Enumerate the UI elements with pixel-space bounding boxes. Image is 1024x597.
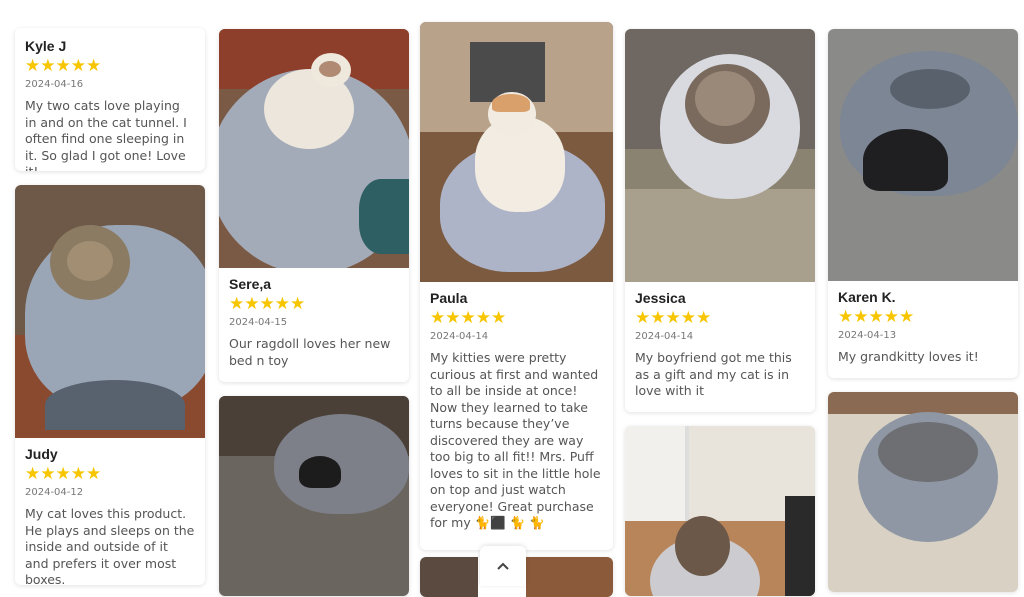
star-rating: ★★★★★	[229, 294, 306, 314]
review-photo-card[interactable]	[219, 396, 409, 596]
star-rating: ★★★★★	[25, 56, 102, 76]
scroll-to-top-button[interactable]	[480, 546, 526, 586]
star-rating: ★★★★★	[635, 308, 712, 328]
review-text: My kitties were pretty curious at first …	[430, 350, 601, 530]
reviewer-name: Kyle J	[25, 38, 67, 54]
reviewer-name: Paula	[430, 290, 468, 306]
review-card[interactable]: Paula ★★★★★ 2024-04-14 My kitties were p…	[420, 22, 613, 550]
review-photo[interactable]	[219, 29, 409, 268]
review-card[interactable]: Kyle J ★★★★★ 2024-04-16 My two cats love…	[15, 28, 205, 171]
review-date: 2024-04-14	[635, 331, 694, 342]
review-card[interactable]: Karen K. ★★★★★ 2024-04-13 My grandkitty …	[828, 29, 1018, 378]
reviewer-name: Karen K.	[838, 289, 896, 305]
star-rating: ★★★★★	[25, 464, 102, 484]
review-photo-card[interactable]	[625, 426, 815, 596]
chevron-up-icon	[497, 562, 509, 570]
review-date: 2024-04-15	[229, 317, 288, 328]
reviewer-name: Jessica	[635, 290, 686, 306]
review-date: 2024-04-16	[25, 79, 84, 90]
review-photo[interactable]	[828, 29, 1018, 281]
review-card[interactable]: Sere,a ★★★★★ 2024-04-15 Our ragdoll love…	[219, 29, 409, 382]
star-rating: ★★★★★	[838, 307, 915, 327]
review-text: My two cats love playing in and on the c…	[25, 98, 187, 171]
review-text: My grandkitty loves it!	[838, 349, 979, 364]
review-date: 2024-04-12	[25, 487, 84, 498]
review-photo-card[interactable]	[828, 392, 1018, 592]
review-text: My boyfriend got me this as a gift and m…	[635, 350, 792, 398]
review-text: Our ragdoll loves her new bed n toy	[229, 336, 391, 368]
reviewer-name: Judy	[25, 446, 58, 462]
review-date: 2024-04-14	[430, 331, 489, 342]
review-photo[interactable]	[15, 185, 205, 438]
review-card[interactable]: Jessica ★★★★★ 2024-04-14 My boyfriend go…	[625, 29, 815, 412]
review-card[interactable]: Judy ★★★★★ 2024-04-12 My cat loves this …	[15, 185, 205, 585]
review-text: My cat loves this product. He plays and …	[25, 506, 195, 585]
review-date: 2024-04-13	[838, 330, 897, 341]
reviewer-name: Sere,a	[229, 276, 272, 292]
review-photo[interactable]	[420, 22, 613, 282]
review-photo[interactable]	[219, 396, 409, 596]
review-photo[interactable]	[625, 426, 815, 596]
star-rating: ★★★★★	[430, 308, 507, 328]
review-photo[interactable]	[828, 392, 1018, 592]
review-photo[interactable]	[625, 29, 815, 282]
